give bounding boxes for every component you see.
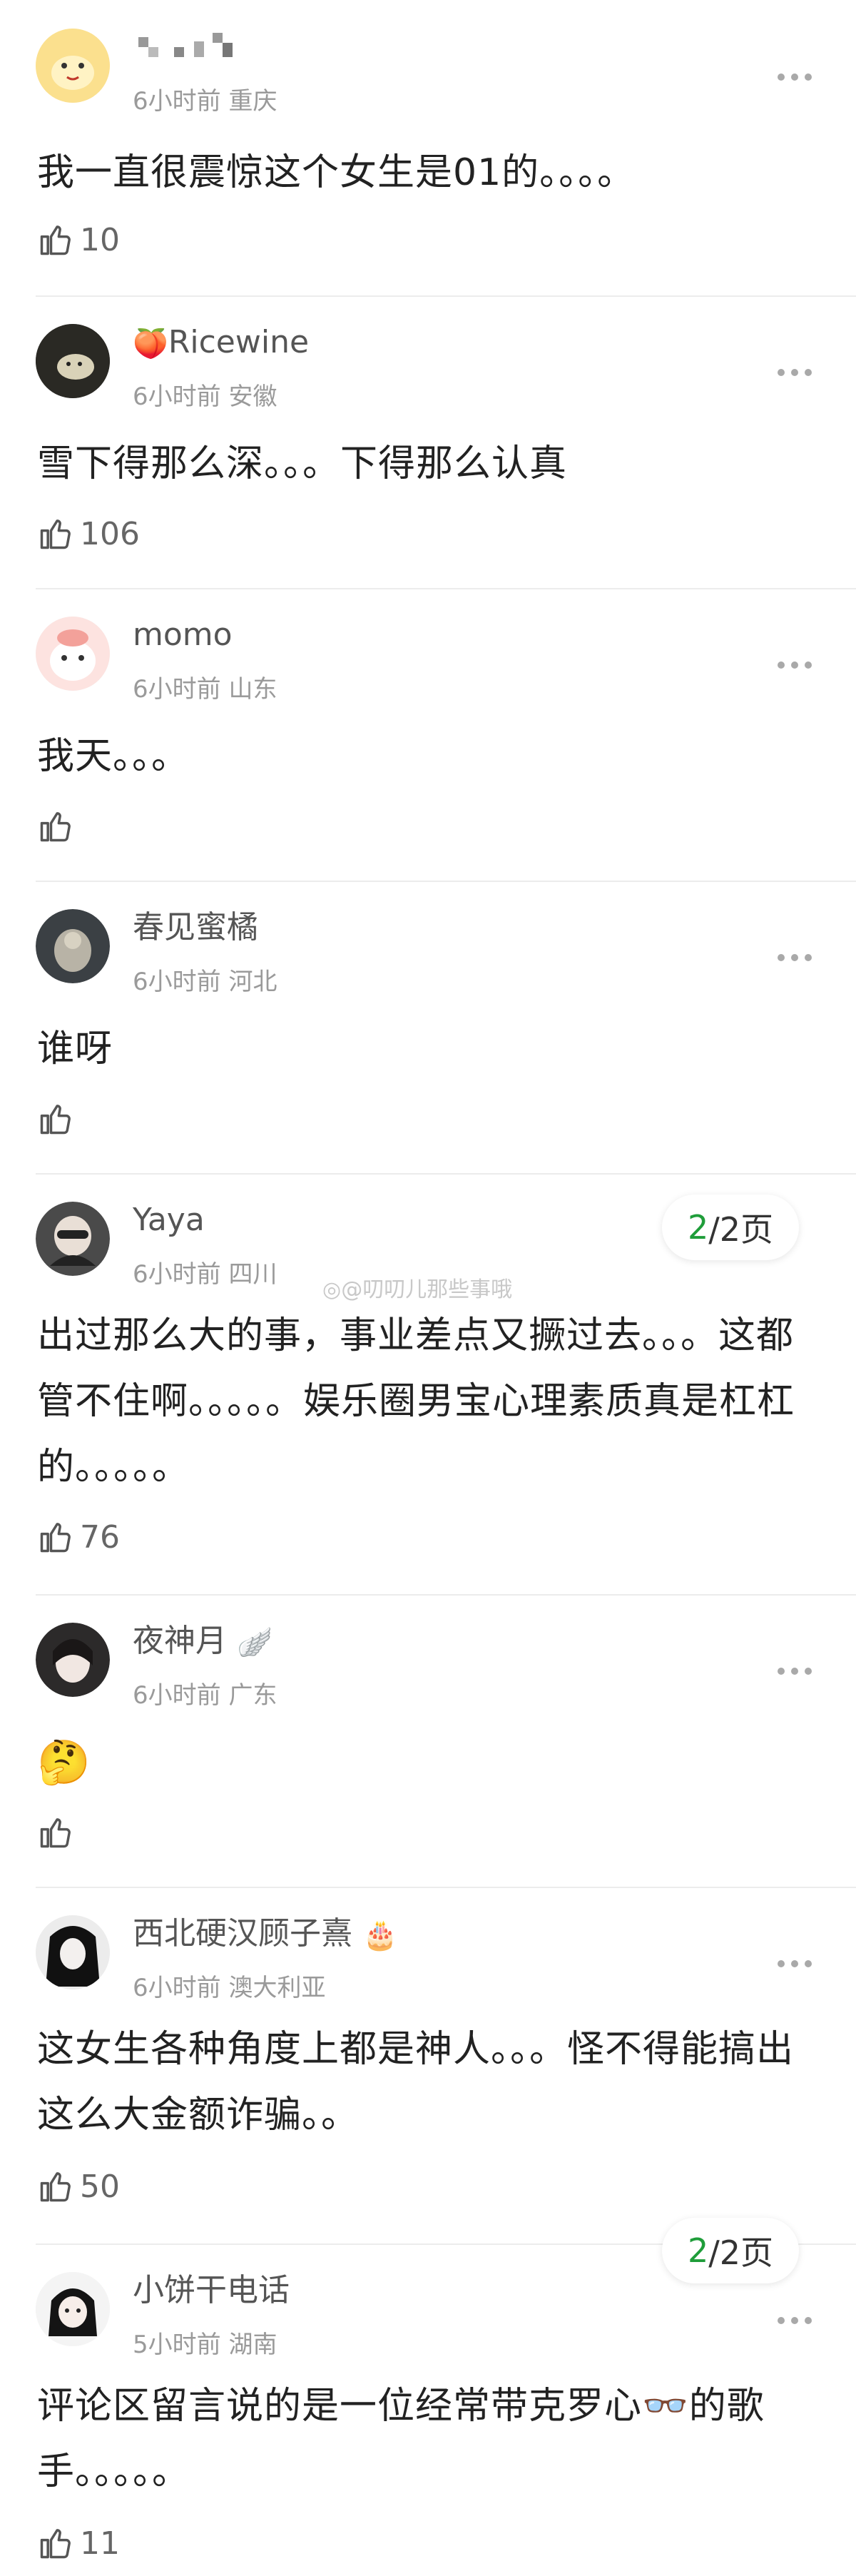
thumbs-up-icon: [40, 1818, 71, 1848]
comment-meta: 5小时前 湖南: [133, 2331, 277, 2359]
like-button[interactable]: [37, 1812, 74, 1852]
comment-text: 我一直很震惊这个女生是01的。。。。: [37, 151, 636, 194]
thumbs-up-icon: [40, 225, 71, 255]
username[interactable]: 春见蜜橘: [133, 909, 258, 946]
comment-text: 出过那么大的事，事业差点又撅过去。。。这都管不住啊。。。。。娱乐圈男宝心理素质真…: [37, 1314, 795, 1489]
comment-meta: 6小时前 广东: [133, 1681, 277, 1710]
more-options-button[interactable]: [773, 654, 816, 676]
username[interactable]: 🍑Ricewine: [133, 324, 309, 362]
divider: [36, 1887, 856, 1888]
like-count: 76: [80, 1518, 120, 1556]
thumbs-up-icon: [40, 1523, 71, 1553]
like-count: 106: [80, 515, 140, 552]
like-button[interactable]: 76: [37, 1517, 120, 1557]
username[interactable]: [133, 27, 240, 76]
username[interactable]: 夜神月 🪽: [133, 1623, 272, 1661]
comment-text: 我天。。。: [37, 735, 190, 778]
wing-badge-icon: 🪽: [237, 1626, 272, 1659]
weibo-logo-icon: ◎: [322, 1277, 342, 1302]
avatar[interactable]: [36, 2272, 110, 2346]
comment-text: 雪下得那么深。。。下得那么认真: [37, 442, 568, 485]
comment-text: 🤔: [37, 1738, 91, 1788]
more-options-button[interactable]: [773, 947, 816, 968]
comment-meta: 6小时前 山东: [133, 675, 277, 704]
like-button[interactable]: 10: [37, 220, 120, 260]
peach-badge-icon: 🍑: [133, 328, 168, 360]
avatar[interactable]: [36, 1202, 110, 1276]
avatar[interactable]: [36, 909, 110, 983]
avatar[interactable]: [36, 1623, 110, 1697]
like-count: 50: [80, 2168, 120, 2205]
like-button[interactable]: 106: [37, 514, 140, 554]
avatar[interactable]: [36, 617, 110, 691]
username[interactable]: 西北硬汉顾子熹 🎂: [133, 1915, 398, 1954]
thumbs-up-icon: [40, 519, 71, 549]
thumbs-up-icon: [40, 1105, 71, 1135]
like-button[interactable]: 50: [37, 2166, 120, 2206]
comment-text: 评论区留言说的是一位经常带克罗心👓的歌手。。。。。: [37, 2385, 765, 2493]
like-count: 11: [80, 2525, 120, 2562]
thumbs-up-icon: [40, 2172, 71, 2202]
username[interactable]: momo: [133, 617, 233, 654]
thumbs-up-icon: [40, 812, 71, 842]
username[interactable]: Yaya: [133, 1202, 205, 1239]
divider: [36, 1173, 856, 1175]
like-button[interactable]: [37, 1099, 74, 1139]
divider: [36, 1594, 856, 1596]
more-options-button[interactable]: [773, 66, 816, 88]
comment-meta: 6小时前 四川: [133, 1260, 277, 1289]
more-options-button[interactable]: [773, 1953, 816, 1974]
watermark: ◎@叨叨儿那些事哦: [322, 1277, 513, 1302]
avatar[interactable]: [36, 1915, 110, 1989]
avatar[interactable]: [36, 324, 110, 398]
avatar[interactable]: [36, 29, 110, 103]
divider: [36, 588, 856, 589]
like-count: 10: [80, 221, 120, 258]
more-options-button[interactable]: [773, 2310, 816, 2331]
comment-text: 这女生各种角度上都是神人。。。怪不得能搞出这么大金额诈骗。。: [37, 2028, 795, 2136]
comment-meta: 6小时前 河北: [133, 968, 277, 996]
like-button[interactable]: 11: [37, 2523, 120, 2563]
divider: [36, 881, 856, 882]
page-indicator[interactable]: 2/2页: [661, 2218, 799, 2283]
like-button[interactable]: [37, 806, 74, 846]
censored-username-icon: [138, 33, 233, 57]
cake-badge-icon: 🎂: [362, 1919, 398, 1952]
page-indicator[interactable]: 2/2页: [661, 1195, 799, 1260]
comment-meta: 6小时前 安徽: [133, 382, 277, 411]
more-options-button[interactable]: [773, 362, 816, 383]
comment-meta: 6小时前 重庆: [133, 87, 277, 116]
more-options-button[interactable]: [773, 1660, 816, 1682]
comment-meta: 6小时前 澳大利亚: [133, 1974, 326, 2002]
thumbs-up-icon: [40, 2529, 71, 2559]
comment-text: 谁呀: [37, 1028, 113, 1070]
divider: [36, 295, 856, 297]
username[interactable]: 小饼干电话: [133, 2272, 290, 2309]
